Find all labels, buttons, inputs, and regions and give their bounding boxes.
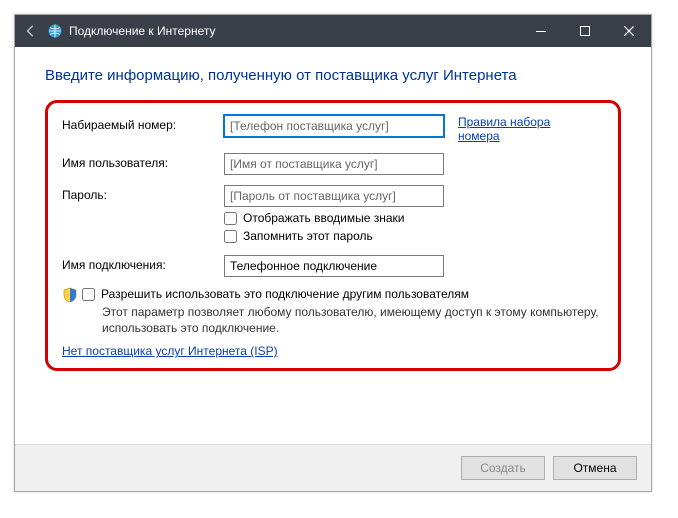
remember-checkbox[interactable]: [224, 230, 237, 243]
show-chars-label: Отображать вводимые знаки: [243, 211, 404, 225]
allow-others-label: Разрешить использовать это подключение д…: [101, 287, 469, 301]
dial-number-label: Набираемый номер:: [62, 115, 224, 132]
back-arrow-icon: [24, 24, 38, 38]
cancel-button[interactable]: Отмена: [553, 456, 637, 480]
highlight-region: Набираемый номер: Правила набора номера …: [45, 100, 621, 371]
maximize-icon: [580, 26, 590, 36]
password-input[interactable]: [224, 185, 444, 207]
allow-others-description: Этот параметр позволяет любому пользоват…: [102, 304, 604, 336]
allow-others-checkbox[interactable]: [82, 288, 95, 301]
minimize-icon: [536, 26, 546, 36]
minimize-button[interactable]: [519, 15, 563, 47]
username-input[interactable]: [224, 153, 444, 175]
no-isp-link[interactable]: Нет поставщика услуг Интернета (ISP): [62, 344, 278, 358]
connection-name-label: Имя подключения:: [62, 255, 224, 272]
dial-number-input[interactable]: [224, 115, 444, 137]
window-title: Подключение к Интернету: [69, 24, 519, 38]
dialog-body: Введите информацию, полученную от постав…: [15, 47, 651, 444]
create-button[interactable]: Создать: [461, 456, 545, 480]
dialog-footer: Создать Отмена: [15, 444, 651, 491]
show-chars-row[interactable]: Отображать вводимые знаки: [224, 211, 444, 225]
connection-name-input[interactable]: [224, 255, 444, 277]
remember-label: Запомнить этот пароль: [243, 229, 373, 243]
remember-row[interactable]: Запомнить этот пароль: [224, 229, 444, 243]
dialog-window: Подключение к Интернету Введите информац…: [14, 14, 652, 492]
page-heading: Введите информацию, полученную от постав…: [45, 67, 621, 84]
title-bar: Подключение к Интернету: [15, 15, 651, 47]
shield-icon: [62, 287, 78, 303]
dial-rules-link[interactable]: Правила набора номера: [458, 115, 578, 143]
globe-icon: [47, 23, 63, 39]
back-button[interactable]: [15, 24, 47, 38]
password-label: Пароль:: [62, 185, 224, 202]
maximize-button[interactable]: [563, 15, 607, 47]
close-icon: [624, 26, 634, 36]
show-chars-checkbox[interactable]: [224, 212, 237, 225]
username-label: Имя пользователя:: [62, 153, 224, 170]
allow-others-row[interactable]: Разрешить использовать это подключение д…: [82, 287, 604, 301]
close-button[interactable]: [607, 15, 651, 47]
